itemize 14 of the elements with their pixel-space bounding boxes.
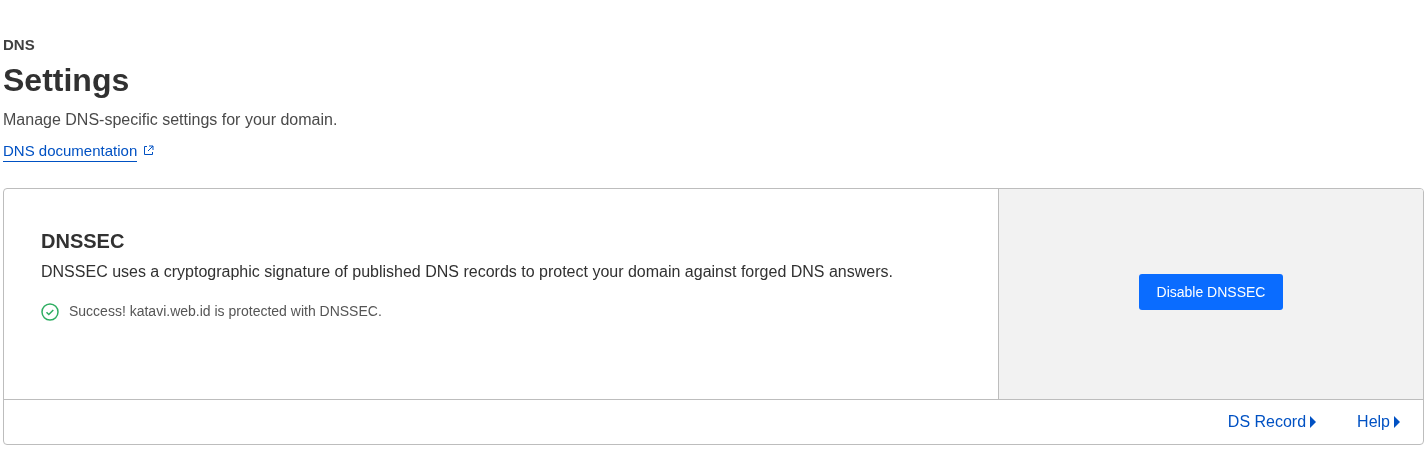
- documentation-link[interactable]: DNS documentation: [3, 142, 138, 162]
- breadcrumb: DNS: [3, 36, 36, 54]
- check-circle-icon: [41, 302, 59, 321]
- status-message: Success! katavi.web.id is protected with DNSSEC.: [69, 302, 382, 321]
- disable-dnssec-button[interactable]: Disable DNSSEC: [1138, 274, 1284, 310]
- page-title: Settings: [3, 61, 131, 100]
- card-title: DNSSEC: [41, 229, 126, 253]
- external-link-icon: [143, 144, 155, 156]
- card-description: DNSSEC uses a cryptographic signature of published DNS records to protect your domain against forged DNS answers.: [41, 262, 894, 282]
- page-description: Manage DNS-specific settings for your domain.: [3, 110, 339, 130]
- footer-link[interactable]: Help: [1357, 410, 1401, 434]
- footer-link[interactable]: DS Record: [1227, 410, 1318, 434]
- caret-icon: [1309, 415, 1318, 429]
- caret-icon: [1393, 415, 1401, 429]
